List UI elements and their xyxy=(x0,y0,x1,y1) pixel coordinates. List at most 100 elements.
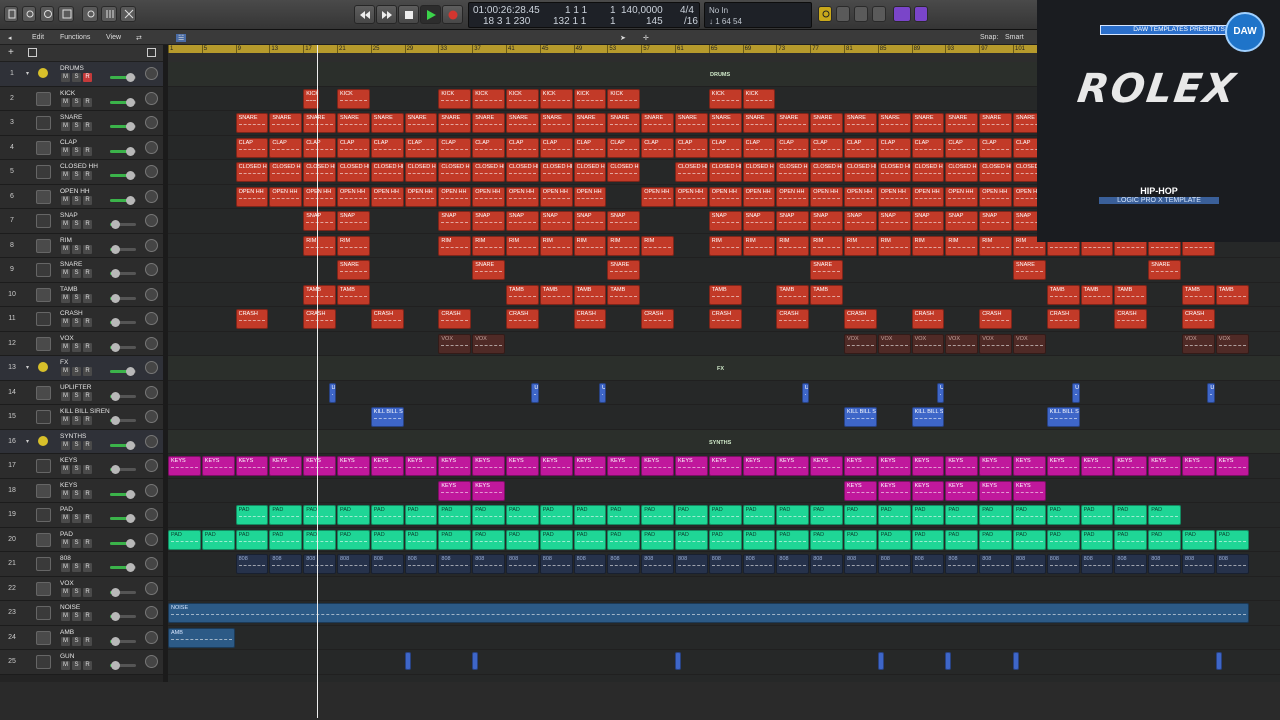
pan-knob[interactable] xyxy=(145,508,158,521)
mixer-icon[interactable] xyxy=(101,6,117,22)
region[interactable]: KEYS xyxy=(844,480,877,501)
region[interactable]: PAD xyxy=(1013,529,1046,550)
region[interactable]: SNARE xyxy=(269,113,303,133)
region[interactable]: RIM xyxy=(607,235,641,256)
region[interactable]: RIM xyxy=(742,235,776,256)
region[interactable]: KICK xyxy=(539,88,573,109)
mute-button[interactable]: M xyxy=(61,293,70,303)
region[interactable]: 808 xyxy=(844,554,877,574)
region[interactable]: KEYS xyxy=(201,456,235,476)
record-enable-button[interactable]: R xyxy=(83,342,92,352)
region[interactable]: KICK xyxy=(742,88,776,109)
tool-icon[interactable]: ◂ xyxy=(8,34,12,42)
region[interactable]: 808 xyxy=(303,554,336,574)
volume-handle[interactable] xyxy=(125,367,135,376)
region[interactable]: CLOSED HH xyxy=(506,162,539,182)
region[interactable]: PAD xyxy=(810,505,843,525)
solo-button[interactable]: S xyxy=(72,538,81,548)
region[interactable]: PAD xyxy=(1215,529,1249,550)
track-lane[interactable] xyxy=(168,626,1280,650)
region[interactable]: CRASH xyxy=(1182,309,1215,329)
volume-handle[interactable] xyxy=(111,269,121,278)
region[interactable]: 808 xyxy=(1148,554,1181,574)
region[interactable]: OPEN HH xyxy=(438,186,472,207)
tuner-icon[interactable] xyxy=(854,6,868,22)
region[interactable]: KICK xyxy=(472,88,505,109)
metronome-icon[interactable] xyxy=(914,6,928,22)
region[interactable]: PAD xyxy=(337,505,370,525)
solo-button[interactable]: S xyxy=(72,195,81,205)
region[interactable] xyxy=(877,652,884,670)
mute-button[interactable]: M xyxy=(61,587,70,597)
solo-button[interactable]: S xyxy=(72,293,81,303)
region[interactable]: SNARE xyxy=(810,113,843,133)
region[interactable]: PAD xyxy=(472,529,505,550)
region[interactable]: VOX xyxy=(1013,333,1046,354)
record-enable-button[interactable]: R xyxy=(83,391,92,401)
mute-button[interactable]: M xyxy=(61,171,70,180)
track-name[interactable]: SYNTHS xyxy=(60,433,86,440)
track-name[interactable]: SNAP xyxy=(60,212,78,219)
region[interactable]: CLAP xyxy=(303,137,336,158)
region[interactable]: SNARE xyxy=(979,113,1012,133)
region[interactable]: RIM xyxy=(844,235,877,256)
track-name[interactable]: UPLIFTER xyxy=(60,384,91,391)
track-header[interactable]: 14 UPLIFTER M S R xyxy=(0,380,163,405)
pan-knob[interactable] xyxy=(145,410,158,423)
volume-slider[interactable] xyxy=(110,465,136,474)
region[interactable]: 808 xyxy=(1182,554,1215,574)
region[interactable]: CLAP xyxy=(641,137,674,158)
region[interactable]: SNARE xyxy=(472,113,505,133)
region[interactable]: CRASH xyxy=(844,309,877,329)
region[interactable]: CLOSED HH xyxy=(911,162,945,182)
region[interactable]: CRASH xyxy=(370,309,404,329)
track-name[interactable]: KEYS xyxy=(60,457,77,464)
region[interactable]: SNARE xyxy=(877,113,911,133)
region[interactable]: SNARE xyxy=(438,113,472,133)
region[interactable]: OPEN HH xyxy=(337,186,370,207)
record-enable-button[interactable]: R xyxy=(83,146,92,156)
region[interactable]: CLAP xyxy=(539,137,573,158)
volume-handle[interactable] xyxy=(125,122,135,131)
mute-button[interactable]: M xyxy=(61,269,70,278)
region[interactable]: PAD xyxy=(708,529,742,550)
region[interactable]: KEYS xyxy=(337,456,370,476)
region[interactable]: KEYS xyxy=(844,456,877,476)
region[interactable]: CLAP xyxy=(776,137,810,158)
volume-handle[interactable] xyxy=(111,318,121,327)
region[interactable]: CRASH xyxy=(303,309,336,329)
region[interactable]: PAD xyxy=(472,505,505,525)
track-name[interactable]: TAMB xyxy=(60,286,78,293)
region[interactable]: PAD xyxy=(303,505,336,525)
solo-button[interactable]: S xyxy=(72,416,81,425)
region[interactable]: SNARE xyxy=(539,113,573,133)
region[interactable]: CRASH xyxy=(979,309,1012,329)
volume-handle[interactable] xyxy=(111,293,121,303)
region[interactable]: KEYS xyxy=(303,456,336,476)
region[interactable]: SNAP xyxy=(844,211,877,231)
region[interactable]: KEYS xyxy=(979,456,1012,476)
solo-button[interactable]: S xyxy=(72,244,81,254)
solo-button[interactable]: S xyxy=(72,612,81,621)
region[interactable]: CRASH xyxy=(708,309,742,329)
region[interactable]: OPEN HH xyxy=(472,186,505,207)
track-name[interactable]: PAD xyxy=(60,531,73,538)
pan-knob[interactable] xyxy=(145,140,158,154)
region[interactable]: PAD xyxy=(1148,529,1181,550)
region[interactable]: VOX xyxy=(472,333,505,354)
region[interactable]: U xyxy=(531,382,539,403)
region[interactable]: RIM xyxy=(810,235,843,256)
region[interactable]: CLAP xyxy=(404,137,438,158)
region[interactable]: VOX xyxy=(844,333,877,354)
region[interactable]: OPEN HH xyxy=(945,186,979,207)
region[interactable]: PAD xyxy=(573,529,607,550)
stop-button[interactable] xyxy=(398,5,419,24)
region[interactable]: OPEN HH xyxy=(979,186,1012,207)
region[interactable]: TAMB xyxy=(1182,284,1215,305)
region[interactable]: 808 xyxy=(675,554,708,574)
region[interactable]: PAD xyxy=(877,505,911,525)
region[interactable]: KEYS xyxy=(1046,456,1080,476)
track-lane[interactable] xyxy=(168,577,1280,601)
region[interactable]: KEYS xyxy=(370,456,404,476)
region[interactable]: KEYS xyxy=(911,456,945,476)
